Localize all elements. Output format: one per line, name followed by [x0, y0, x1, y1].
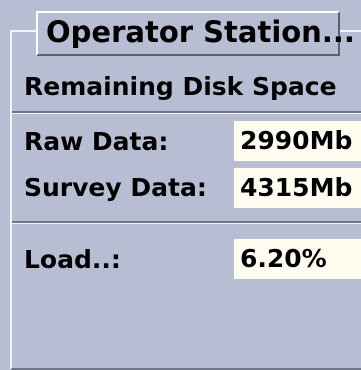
load-value: 6.20% [234, 239, 361, 279]
load-label: Load..: [24, 245, 121, 274]
raw-data-value: 2990Mb [234, 121, 361, 161]
separator-bottom [12, 221, 361, 224]
operator-station-button[interactable]: Operator Station... [36, 11, 355, 56]
survey-data-value: 4315Mb [234, 168, 361, 208]
raw-data-label: Raw Data: [24, 127, 169, 156]
separator-top [12, 111, 361, 114]
remaining-disk-space-title: Remaining Disk Space [24, 72, 337, 101]
survey-data-label: Survey Data: [24, 173, 207, 202]
